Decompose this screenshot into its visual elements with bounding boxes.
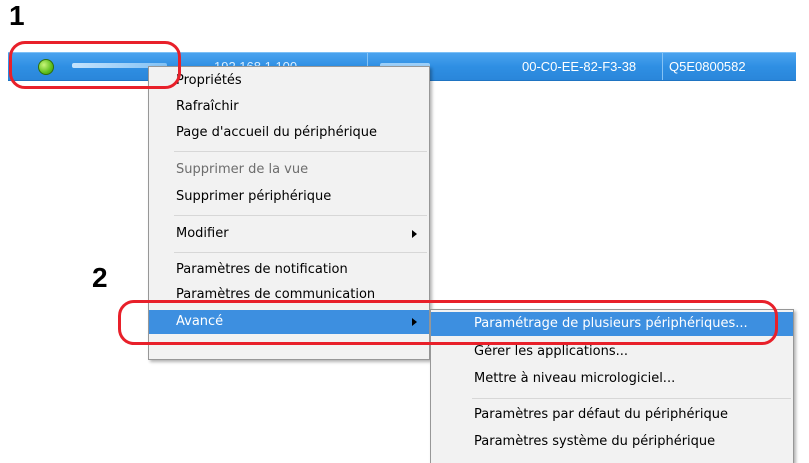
advanced-submenu: Paramétrage de plusieurs périphériques..…: [430, 309, 794, 463]
menu-item-device-home-page[interactable]: Page d'accueil du périphérique: [149, 121, 429, 145]
step-1-label: 1: [9, 0, 25, 31]
menu-item-modify-label: Modifier: [176, 226, 229, 241]
menu-item-advanced[interactable]: Avancé: [149, 310, 429, 334]
menu-item-manage-applications[interactable]: Gérer les applications...: [431, 340, 793, 364]
context-menu: Propriétés Rafraîchir Page d'accueil du …: [148, 66, 430, 360]
step-2-label: 2: [92, 262, 108, 293]
menu-item-firmware-upgrade[interactable]: Mettre à niveau micrologiciel...: [431, 367, 793, 391]
menu-item-multi-device-setup[interactable]: Paramétrage de plusieurs périphériques..…: [431, 312, 793, 336]
menu-separator: [472, 398, 791, 399]
mac-address: 00-C0-EE-82-F3-38: [522, 59, 637, 74]
submenu-arrow-icon: [412, 318, 417, 326]
menu-separator: [174, 215, 427, 216]
menu-item-modify[interactable]: Modifier: [149, 222, 429, 246]
menu-separator: [174, 252, 427, 253]
menu-item-properties[interactable]: Propriétés: [149, 69, 429, 93]
menu-item-device-system-settings[interactable]: Paramètres système du périphérique: [431, 430, 793, 454]
submenu-arrow-icon: [412, 230, 417, 238]
status-icon: [38, 59, 54, 75]
menu-item-refresh[interactable]: Rafraîchir: [149, 95, 429, 119]
menu-item-remove-from-view: Supprimer de la vue: [176, 162, 309, 177]
menu-item-delete-device[interactable]: Supprimer périphérique: [149, 185, 429, 209]
menu-item-notification-settings[interactable]: Paramètres de notification: [149, 258, 429, 282]
menu-item-communication-settings[interactable]: Paramètres de communication: [149, 283, 429, 307]
menu-item-advanced-label: Avancé: [176, 314, 224, 329]
mac-address-cell: 00-C0-EE-82-F3-38: [516, 53, 663, 80]
serial-number-cell: Q5E0800582: [663, 53, 796, 80]
serial-number: Q5E0800582: [669, 59, 746, 74]
menu-item-device-default-settings[interactable]: Paramètres par défaut du périphérique: [431, 403, 793, 427]
menu-separator: [174, 151, 427, 152]
